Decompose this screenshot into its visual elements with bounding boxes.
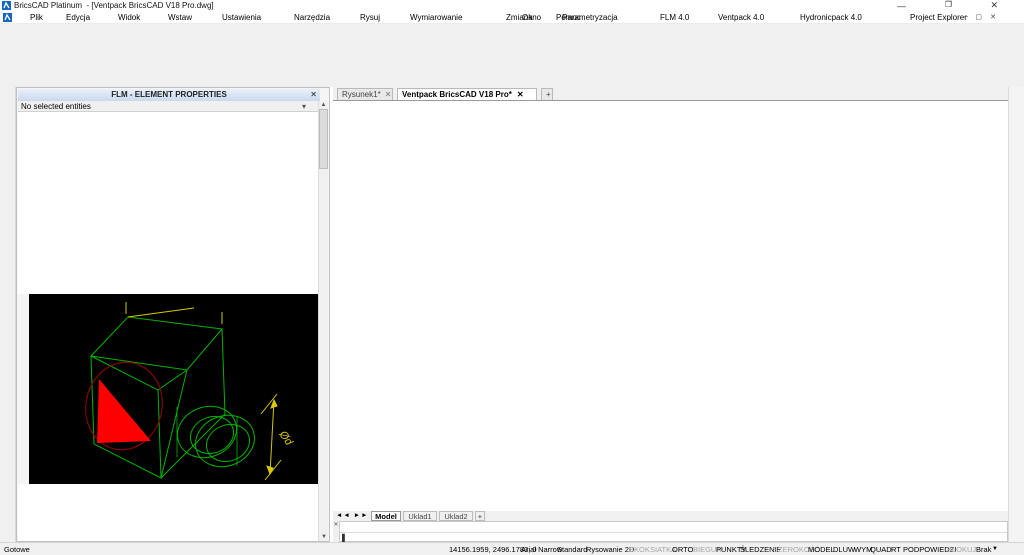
svg-text:Ød: Ød [276,428,295,448]
